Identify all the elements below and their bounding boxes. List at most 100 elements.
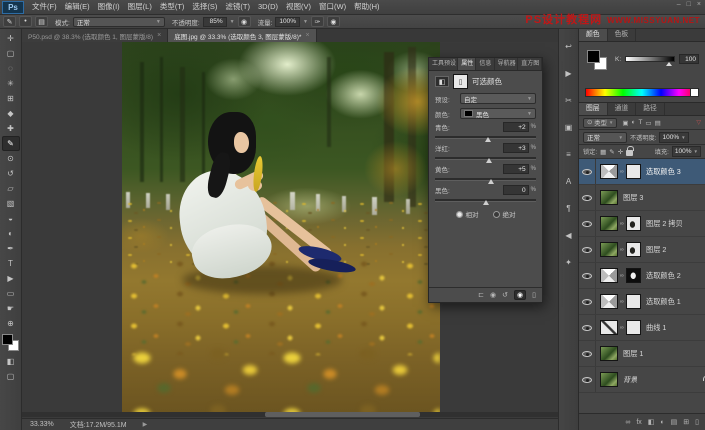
foreground-color-swatch[interactable] [587,50,600,63]
layer-thumbnail[interactable] [600,164,618,179]
new-group-icon[interactable]: ▤ [671,418,678,426]
menu-item[interactable]: 图像(I) [94,0,124,14]
layer-thumbnail[interactable] [600,294,618,309]
panel-tab[interactable]: 属性 [458,58,476,70]
history-brush-tool-icon[interactable]: ↺ [2,166,20,181]
history-panel-icon[interactable]: ↩ [561,39,577,53]
visibility-cell[interactable] [579,159,596,184]
adjustments-panel-icon[interactable]: ▣ [561,120,577,134]
character-panel-icon[interactable]: A [561,174,577,188]
layer-blend-mode-select[interactable]: 正常 ▼ [583,132,627,143]
link-layers-icon[interactable]: ∞ [625,419,630,426]
reset-icon[interactable]: ↺ [502,291,508,299]
colors-select[interactable]: 黑色 ▼ [460,108,536,119]
filter-type-layers-icon[interactable]: T [638,119,642,127]
menu-item[interactable]: 帮助(H) [350,0,383,14]
layer-row[interactable]: ∞ 图层 1 [579,341,705,367]
menu-item[interactable]: 文件(F) [28,0,61,14]
path-selection-tool-icon[interactable]: ▶ [2,271,20,286]
k-slider-thumb[interactable] [666,62,672,66]
layer-mask-thumbnail[interactable] [626,294,641,309]
layer-mask-thumbnail[interactable] [626,216,641,231]
layer-thumbnail[interactable] [600,320,618,335]
clone-stamp-tool-icon[interactable]: ⊙ [2,151,20,166]
zoom-level-value[interactable]: 33.33% [30,421,54,428]
horizontal-scrollbar[interactable] [22,412,558,417]
blur-tool-icon[interactable]: ◒ [2,211,20,226]
lock-pixels-icon[interactable]: ✎ [609,148,614,156]
flow-dropdown-arrow[interactable]: ▼ [303,19,308,25]
add-mask-icon[interactable]: ◧ [648,418,655,426]
crop-tool-icon[interactable]: ⊞ [2,91,20,106]
slider-value-input[interactable]: +3 [503,143,529,153]
layer-thumbnail[interactable] [600,242,618,257]
layer-row[interactable]: ∞ 选取颜色 3 [579,159,705,185]
mask-badge-icon[interactable]: ▯ [453,74,468,89]
document-tab[interactable]: P50.psd @ 38.3% (选取颜色 1, 图层蒙版/8) × [22,29,168,42]
slider-track[interactable] [435,197,536,205]
foreground-color-swatch[interactable] [2,334,13,345]
layer-thumbnail[interactable] [600,216,618,231]
new-adjustment-layer-icon[interactable]: ◐ [660,419,664,426]
visibility-cell[interactable] [579,211,596,236]
k-value-input[interactable]: 100 [679,54,699,64]
dodge-tool-icon[interactable]: ◐ [2,226,20,241]
toggle-brush-panel-icon[interactable]: ▤ [35,16,48,27]
panel-tab[interactable]: 通道 [608,103,637,115]
menu-item[interactable]: 视图(V) [282,0,315,14]
menu-item[interactable]: 窗口(W) [315,0,350,14]
close-icon[interactable]: × [157,32,161,39]
shape-tool-icon[interactable]: ▭ [2,286,20,301]
preset-select[interactable]: 自定 ▼ [460,93,536,104]
pressure-size-icon[interactable]: ◉ [327,16,340,27]
panel-tab[interactable]: 路径 [636,103,665,115]
delete-layer-icon[interactable]: ▯ [695,418,699,426]
layer-opacity-input[interactable]: 100% ▼ [659,132,688,143]
clipping-panel-icon[interactable]: ✂ [561,93,577,107]
panel-tab[interactable]: 直方图 [518,58,542,70]
lock-all-icon[interactable] [626,150,633,156]
menu-item[interactable]: 选择(S) [188,0,221,14]
k-slider[interactable] [625,56,675,62]
window-control-button[interactable]: × [697,1,701,8]
layer-row[interactable]: ∞ 背景 [579,367,705,393]
panel-tab[interactable]: 工具预设 [429,58,458,70]
airbrush-icon[interactable]: ✑ [311,16,324,27]
delete-adjustment-icon[interactable]: ▯ [532,291,536,299]
window-control-button[interactable]: – [677,1,681,8]
photo-document[interactable] [122,42,440,415]
collapse-panel-icon[interactable]: ◀ [561,228,577,242]
visibility-cell[interactable] [579,237,596,262]
lasso-tool-icon[interactable]: ◌ [2,61,20,76]
visibility-eye-icon[interactable]: ◉ [514,290,526,300]
visibility-cell[interactable] [579,341,596,366]
brush-tool-icon[interactable]: ✎ [2,136,20,151]
slider-thumb[interactable] [486,158,492,163]
slider-track[interactable] [435,155,536,163]
layer-row[interactable]: ∞ 选取颜色 1 [579,289,705,315]
color-spectrum-ramp[interactable] [585,88,699,97]
panel-tab[interactable]: 色板 [608,29,637,41]
slider-value-input[interactable]: 0 [503,185,529,195]
fill-input[interactable]: 100% ▼ [672,146,701,157]
panel-tab[interactable]: 图层 [579,103,608,115]
filter-shape-layers-icon[interactable]: ▭ [645,119,651,127]
eraser-tool-icon[interactable]: ▱ [2,181,20,196]
visibility-cell[interactable] [579,185,596,210]
layer-mask-thumbnail[interactable] [626,268,641,283]
status-options-arrow[interactable]: ▶ [143,421,148,428]
styles-panel-icon[interactable]: ≡ [561,147,577,161]
layer-thumbnail[interactable] [600,346,618,361]
filter-toggle-icon[interactable]: ▽ [696,119,701,126]
slider-value-input[interactable]: +5 [503,164,529,174]
lock-position-icon[interactable]: ✛ [618,148,623,156]
visibility-cell[interactable] [579,289,596,314]
opacity-dropdown-arrow[interactable]: ▼ [230,19,235,25]
healing-brush-tool-icon[interactable]: ✚ [2,121,20,136]
menu-item[interactable]: 3D(D) [254,0,282,14]
flow-input[interactable]: 100% [275,17,300,27]
layer-row[interactable]: ∞ 曲线 1 [579,315,705,341]
menu-item[interactable]: 编辑(E) [61,0,94,14]
quick-selection-tool-icon[interactable]: ✳ [2,76,20,91]
previous-state-eye-icon[interactable]: ◉ [490,291,496,299]
